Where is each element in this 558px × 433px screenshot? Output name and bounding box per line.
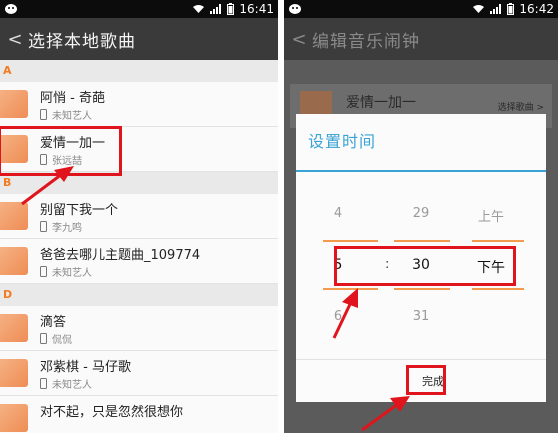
list-item[interactable]: 爸爸去哪儿主题曲_109774 未知艺人 [0,239,278,284]
dialog-title: 设置时间 [308,132,377,151]
dialog-title-divider [296,170,546,172]
page-title: 选择本地歌曲 [28,31,136,52]
song-artist: 未知艺人 [52,268,92,279]
wifi-icon [193,5,205,13]
page-title: 编辑音乐闹钟 [312,31,420,52]
song-title: 对不起，只是忽然很想你 [40,405,184,420]
ampm-selection-line-top [472,240,524,242]
time-highlight-box [334,246,516,286]
pointer-arrow-icon [332,288,358,339]
android-bug-icon [5,4,17,14]
phone-icon [40,221,47,232]
ampm-prev[interactable]: 上午 [466,206,516,225]
list-item[interactable]: 邓紫棋 - 马仔歌 未知艺人 [0,351,278,396]
battery-icon [227,3,235,15]
pointer-arrow-icon [361,396,410,432]
status-bar: 16:42 [284,0,558,18]
minute-next[interactable]: 31 [396,309,446,324]
pointer-arrow-icon [21,166,74,206]
list-item[interactable]: 对不起，只是忽然很想你 [0,396,278,433]
phone-icon [40,333,47,344]
song-title: 爸爸去哪儿主题曲_109774 [40,248,201,263]
battery-icon [507,3,515,15]
song-artist: 未知艺人 [52,111,92,122]
minute-selection-line-top [394,240,450,242]
list-item[interactable]: 阿悄 - 奇葩 未知艺人 [0,82,278,127]
minute-prev[interactable]: 29 [396,206,446,221]
signal-icon [210,4,222,14]
status-bar: 16:41 [0,0,278,18]
section-header-d: D [0,284,278,306]
minute-selection-line-bottom [394,288,450,290]
album-art [300,91,332,115]
song-artist: 李九鸣 [52,223,82,234]
phone-icon [40,109,47,120]
wifi-icon [473,5,485,13]
hour-selection-line-top [323,240,378,242]
hour-prev[interactable]: 4 [313,206,363,221]
screenshot-root: 16:41 < 选择本地歌曲 A 阿悄 - 奇葩 未知艺人 爱情一加一 张远喆 … [0,0,558,433]
album-art [0,404,28,432]
title-bar: < 选择本地歌曲 [0,18,278,60]
album-art [0,314,28,342]
phone-icon [40,266,47,277]
song-list[interactable]: A 阿悄 - 奇葩 未知艺人 爱情一加一 张远喆 B 别留下我一个 李九鸣 爸爸… [0,60,278,433]
back-icon[interactable]: < [286,29,312,50]
title-bar: < 编辑音乐闹钟 [284,18,558,60]
phone-icon [40,378,47,389]
status-time: 16:41 [239,2,274,16]
signal-icon [490,4,502,14]
back-icon[interactable]: < [2,29,28,50]
dialog-footer-divider [296,359,546,360]
song-artist: 未知艺人 [52,380,92,391]
song-title: 滴答 [40,315,67,330]
section-header-a: A [0,60,278,82]
status-time: 16:42 [519,2,554,16]
album-art [0,359,28,387]
song-title: 邓紫棋 - 马仔歌 [40,360,131,375]
album-art [0,90,28,118]
album-art [0,247,28,275]
selected-song-name: 爱情一加一 [346,95,416,111]
song-artist: 侃侃 [52,335,72,346]
list-item[interactable]: 滴答 侃侃 [0,306,278,351]
song-picker-screen: 16:41 < 选择本地歌曲 A 阿悄 - 奇葩 未知艺人 爱情一加一 张远喆 … [0,0,278,433]
ampm-selection-line-bottom [472,288,524,290]
alarm-edit-screen: 16:42 < 编辑音乐闹钟 爱情一加一 选择歌曲 > 设置时间 4 5 6 :… [284,0,558,433]
choose-song-link: 选择歌曲 > [497,103,544,113]
android-bug-icon [289,4,301,14]
song-title: 阿悄 - 奇葩 [40,91,105,106]
